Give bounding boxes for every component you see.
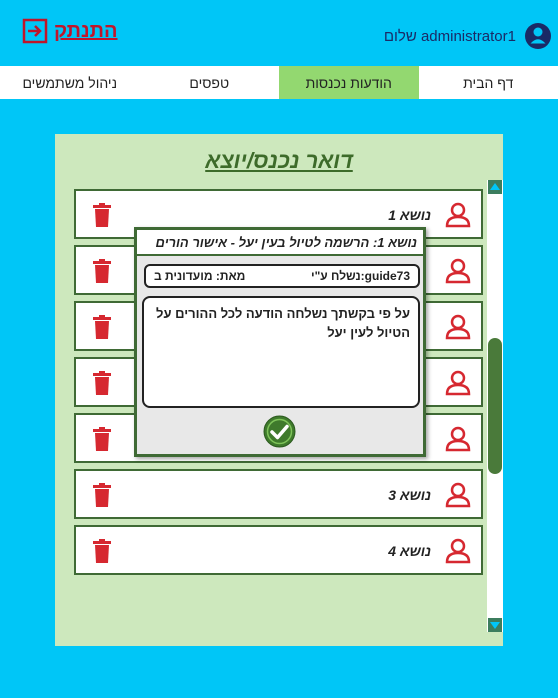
trash-icon[interactable] [92,315,112,339]
dialog-sent-by: נשלח ע"י:guide73 [310,269,410,283]
dialog-title: נושא 1: הרשמה לטיול בעין יעל - אישור הור… [137,230,423,256]
nav-item-label: דף הבית [463,74,514,91]
app-header: התנתק שלום administrator1 [0,0,558,66]
trash-icon[interactable] [92,203,112,227]
nav-item-users[interactable]: ניהול משתמשים [0,66,140,99]
nav-item-label: טפסים [189,74,230,91]
user-greeting: שלום administrator1 [383,27,516,45]
message-dialog: נושא 1: הרשמה לטיול בעין יעל - אישור הור… [134,227,426,457]
message-subject: נושא 3 [388,487,431,503]
message-subject: נושא 1 [388,207,431,223]
trash-icon[interactable] [92,483,112,507]
nav-item-home[interactable]: דף הבית [419,66,558,99]
dialog-from: מאת: מועדונית ב [154,269,246,283]
message-subject: נושא 4 [388,543,431,559]
nav-item-label: הודעות נכנסות [305,74,392,91]
message-row[interactable]: נושא 4 [74,525,483,575]
dialog-body: על פי בקשתך נשלחה הודעה לכל ההורים על הט… [142,296,420,408]
user-icon [445,202,471,228]
user-icon [445,426,471,452]
trash-icon[interactable] [92,427,112,451]
user-icon [445,314,471,340]
logout-button[interactable]: התנתק [22,18,118,44]
main-nav: ניהול משתמשים טפסים הודעות נכנסות דף הבי… [0,66,558,99]
user-icon [445,538,471,564]
logout-label[interactable]: התנתק [54,20,118,43]
nav-item-forms[interactable]: טפסים [140,66,280,99]
check-circle-icon[interactable] [263,415,296,448]
user-icon [445,258,471,284]
user-icon [445,482,471,508]
trash-icon[interactable] [92,259,112,283]
message-list-scrollbar[interactable] [487,180,503,632]
user-icon [445,370,471,396]
trash-icon[interactable] [92,371,112,395]
scroll-thumb[interactable] [488,338,502,474]
user-info: שלום administrator1 [384,22,552,50]
message-row[interactable]: נושא 3 [74,469,483,519]
nav-item-label: ניהול משתמשים [22,74,118,91]
scroll-up-arrow-icon[interactable] [488,180,502,194]
logout-icon [22,18,48,44]
trash-icon[interactable] [92,539,112,563]
scroll-down-arrow-icon[interactable] [488,618,502,632]
user-avatar-icon[interactable] [524,22,552,50]
page-title: דואר נכנס/יוצא [205,148,353,173]
dialog-meta: מאת: מועדונית ב נשלח ע"י:guide73 [144,264,420,288]
nav-item-inbox[interactable]: הודעות נכנסות [279,66,419,99]
